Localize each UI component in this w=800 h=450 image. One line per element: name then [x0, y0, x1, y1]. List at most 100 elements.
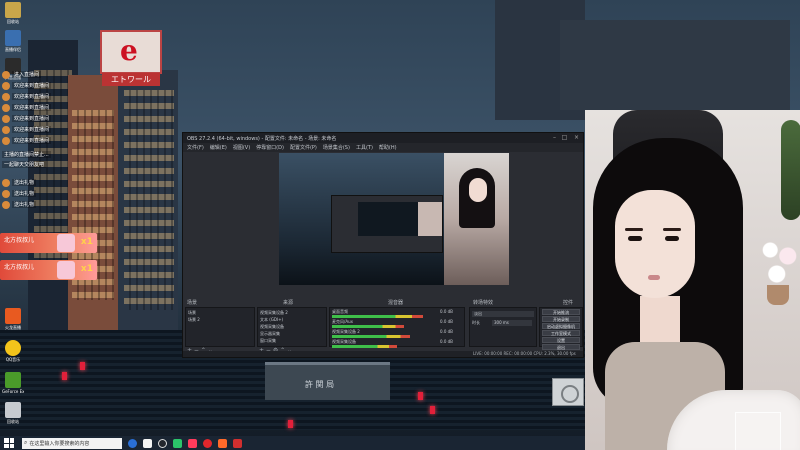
gift-sender: 北方叔叔儿: [4, 237, 35, 244]
netease-music-icon[interactable]: [203, 438, 212, 448]
minimize-icon[interactable]: –: [551, 135, 558, 141]
chat-text: 主播的直播间禁止...: [2, 151, 51, 158]
windows-start-icon[interactable]: [4, 438, 14, 448]
source-item[interactable]: 视频采集设备 2: [260, 310, 288, 316]
flower-vase: [767, 285, 789, 305]
etoile-sign: e エトワール: [100, 30, 162, 86]
obs-title-bar[interactable]: OBS 27.2.4 (64-bit, windows) - 配置文件: 未命名…: [183, 133, 583, 143]
gift-banner: 北方叔叔儿 x1: [0, 233, 97, 253]
wechat-icon[interactable]: [173, 438, 182, 448]
desktop-icon[interactable]: 火龙直播: [2, 308, 24, 330]
chat-text: 欢迎来到直播间: [12, 126, 52, 133]
taskbar-search-placeholder: 在这里输入你要搜索的内容: [29, 440, 90, 447]
desktop-icon[interactable]: 回收站: [2, 2, 24, 24]
chat-text: 进入直播间: [12, 71, 42, 78]
gift-count: x1: [80, 264, 93, 274]
desktop-icon[interactable]: GeForce Experience: [2, 372, 24, 394]
mixer-channel-db: 0.0 dB: [440, 339, 453, 344]
windows-taskbar: ⌕ 在这里输入你要搜索的内容: [0, 436, 585, 450]
user-avatar: [2, 103, 10, 112]
obs-window[interactable]: OBS 27.2.4 (64-bit, windows) - 配置文件: 未命名…: [182, 132, 584, 358]
app-icon[interactable]: [233, 438, 242, 448]
transitions-dock-header: 转场特效: [473, 300, 494, 306]
live-companion-icon[interactable]: [188, 438, 197, 448]
maximize-icon[interactable]: □: [561, 135, 568, 141]
mixer-dock-header: 混音器: [388, 300, 404, 306]
menu-profile[interactable]: 配置文件(P): [290, 144, 317, 151]
scenes-dock-header: 场景: [187, 300, 198, 306]
streamer-neck: [640, 296, 680, 346]
chat-line: 欢迎来到直播间: [2, 136, 52, 145]
edge-browser-icon[interactable]: [128, 438, 137, 448]
building-right-2: [560, 20, 790, 110]
settings-button[interactable]: 设置: [542, 337, 580, 343]
lantern: [288, 420, 293, 428]
sources-dock-header: 来源: [283, 300, 294, 306]
taskbar-search-box[interactable]: ⌕ 在这里输入你要搜索的内容: [22, 437, 122, 449]
air-conditioner-unit: [552, 378, 584, 406]
mixer-channel-db: 0.0 dB: [440, 319, 453, 324]
obs-taskbar-icon[interactable]: [158, 438, 167, 448]
app-icon[interactable]: [218, 438, 227, 448]
lantern: [430, 406, 435, 414]
menu-scene-collection[interactable]: 场景集合(S): [323, 144, 350, 151]
sign-subtitle: エトワール: [102, 73, 160, 86]
menu-tools[interactable]: 工具(T): [356, 144, 373, 151]
start-recording-button[interactable]: 开始录制: [542, 316, 580, 322]
scene-item[interactable]: 场景 2: [188, 317, 200, 323]
user-avatar: [2, 178, 10, 187]
close-icon[interactable]: ×: [573, 135, 580, 141]
desktop-icon-label: QQ音乐: [5, 357, 21, 362]
start-streaming-button[interactable]: 开始推流: [542, 309, 580, 315]
gift-icon: [57, 234, 75, 252]
nested-preview: [358, 202, 418, 236]
lantern: [62, 372, 67, 380]
chat-line: 主播的直播间禁止...: [2, 150, 51, 159]
mixer-volume-meter[interactable]: [332, 345, 397, 348]
mixer-volume-meter[interactable]: [332, 325, 404, 328]
chat-line: 欢迎来到直播间: [2, 92, 52, 101]
menu-docks[interactable]: 停靠窗口(D): [256, 144, 284, 151]
mixer-channel-db: 0.0 dB: [440, 309, 453, 314]
app-icon: [5, 30, 21, 46]
chat-text: 欢迎来到直播间: [12, 93, 52, 100]
source-item[interactable]: 文本 (GDI+): [260, 317, 283, 323]
scene-item[interactable]: 场景: [188, 310, 196, 316]
menu-help[interactable]: 帮助(H): [379, 144, 397, 151]
source-item[interactable]: 窗口采集: [260, 338, 276, 344]
source-item[interactable]: 视频采集设备: [260, 324, 284, 330]
preview-nested-obs: [331, 195, 443, 253]
source-item[interactable]: 显示器采集: [260, 331, 280, 337]
menu-file[interactable]: 文件(F): [187, 144, 204, 151]
lantern: [418, 392, 423, 400]
chat-line: 一起聊天交朋友吧: [2, 160, 47, 169]
transition-duration-input[interactable]: 300 ms: [492, 320, 532, 326]
file-explorer-icon[interactable]: [143, 438, 152, 448]
chat-line: 欢迎来到直播间: [2, 114, 52, 123]
chat-text: 欢迎来到直播间: [12, 82, 52, 89]
desktop-icon[interactable]: 直播伴侣: [2, 30, 24, 52]
transitions-dock: 淡出 时长 300 ms: [469, 307, 537, 347]
chat-text: 送出礼物: [12, 201, 37, 208]
studio-mode-button[interactable]: 工作室模式: [542, 330, 580, 336]
start-virtual-camera-button[interactable]: 启动虚拟摄像机: [542, 323, 580, 329]
boat: 許 関 局: [265, 362, 390, 400]
gift-count: x1: [80, 237, 93, 247]
user-avatar: [2, 200, 10, 209]
user-avatar: [2, 70, 10, 79]
transition-type-select[interactable]: 淡出: [472, 311, 534, 317]
desktop-icon[interactable]: 回收站: [2, 402, 24, 424]
desktop-icon-label: GeForce Experience: [2, 389, 24, 394]
app-icon: [5, 372, 21, 388]
menu-edit[interactable]: 编辑(E): [210, 144, 227, 151]
user-avatar: [2, 92, 10, 101]
acrylic-box: [735, 412, 781, 450]
desktop-icon[interactable]: QQ音乐: [2, 340, 24, 362]
mixer-volume-meter[interactable]: [332, 315, 423, 318]
building-windows: [124, 90, 174, 310]
chat-text: 欢迎来到直播间: [12, 137, 52, 144]
exit-button[interactable]: 退出: [542, 344, 580, 350]
menu-view[interactable]: 视图(V): [233, 144, 250, 151]
obs-preview-canvas[interactable]: [279, 153, 509, 285]
mixer-volume-meter[interactable]: [332, 335, 410, 338]
